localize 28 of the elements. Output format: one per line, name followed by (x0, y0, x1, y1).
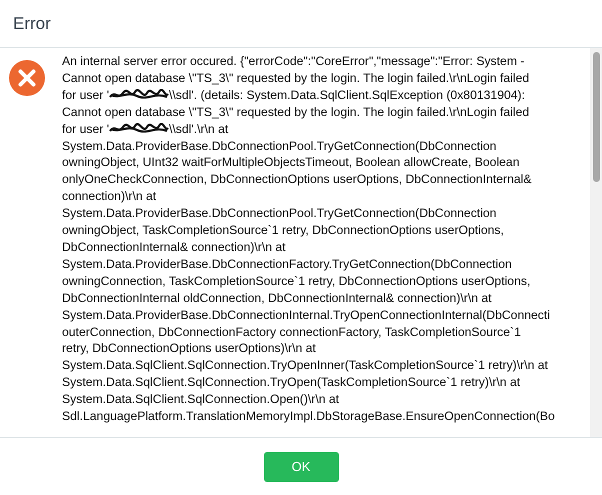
message-text: DbConnectionInternal oldConnection, DbConnectionInternal& connection)\r\n at (62, 290, 492, 307)
message-text: System.Data.ProviderBase.DbConnectionFactory.TryGetConnection(DbConnection (62, 256, 512, 273)
scrollbar[interactable] (590, 48, 602, 437)
message-text: Cannot open database \"TS_3\" requested by the login. The login failed.\r\nLogin failed (62, 70, 530, 87)
message-text: An internal server error occured. {"errorCode":"CoreError","message":"Error: System - (62, 53, 524, 70)
message-text: for user ' (62, 86, 110, 104)
message-text: owningObject, UInt32 waitForMultipleObjectsTimeout, Boolean allowCreate, Boolean (62, 154, 520, 172)
message-text: connection)\r\n at (62, 188, 156, 206)
message-text: for user ' (62, 120, 110, 138)
message-text: Sdl.LanguagePlatform.TranslationMemoryImpl.DbStorageBase.EnsureOpenConnection(Bo (62, 408, 555, 425)
dialog-title: Error (13, 14, 51, 34)
message-text: \\sdl'. (details: System.Data.SqlClient.SqlException (0x80131904): (169, 86, 525, 104)
message-text: onlyOneCheckConnection, DbConnectionOptions userOptions, DbConnectionInternal& (62, 171, 532, 188)
message-text: System.Data.ProviderBase.DbConnectionInternal.TryOpenConnectionInternal(DbConnecti (62, 306, 550, 324)
message-text: owningConnection, TaskCompletionSource`1 retry, DbConnectionOptions userOptions, (62, 272, 530, 290)
message-text: System.Data.ProviderBase.DbConnectionPool.TryGetConnection(DbConnection (62, 138, 496, 154)
message-text: \\sdl'.\r\n at (169, 120, 228, 138)
message-text: Cannot open database \"TS_3\" requested by the login. The login failed.\r\nLogin failed (62, 104, 530, 121)
message-text: outerConnection, DbConnectionFactory connectionFactory, TaskCompletionSource`1 (62, 324, 521, 340)
message-text: DbConnectionInternal& connection)\r\n at (62, 238, 286, 256)
message-text: owningObject, TaskCompletionSource`1 retry, DbConnectionOptions userOptions, (62, 222, 504, 239)
message-text: System.Data.SqlClient.SqlConnection.Open()\r\n at (62, 391, 340, 408)
message-text: retry, DbConnectionOptions userOptions)\r\n at (62, 340, 316, 358)
message-text: System.Data.SqlClient.SqlConnection.TryOpen(TaskCompletionSource`1 retry)\r\n at (62, 374, 520, 392)
message-text: System.Data.ProviderBase.DbConnectionPool.TryGetConnection(DbConnection (62, 205, 496, 222)
ok-button[interactable]: OK (264, 452, 338, 482)
message-text: System.Data.SqlClient.SqlConnection.TryOpenInner(TaskCompletionSource`1 retry)\r\n at (62, 357, 548, 374)
error-icon (9, 60, 45, 96)
